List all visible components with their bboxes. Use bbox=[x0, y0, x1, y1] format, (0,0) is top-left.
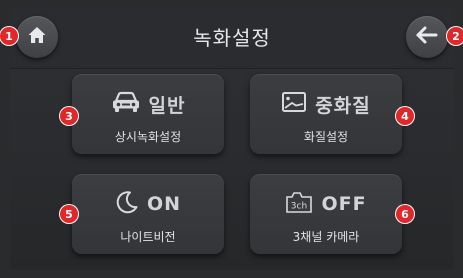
image-icon bbox=[281, 91, 307, 117]
badge-4: 4 bbox=[396, 107, 414, 125]
night-vision-row: ON bbox=[72, 190, 224, 218]
home-icon bbox=[27, 25, 47, 49]
image-quality-row: 중화질 bbox=[250, 91, 402, 117]
recording-settings-screen: 녹화설정 일반 상시녹화설정 중화질 화질설정 ON 나이트비전 3ch OFF… bbox=[10, 8, 454, 270]
badge-2: 2 bbox=[447, 27, 463, 45]
home-button[interactable] bbox=[16, 16, 58, 58]
image-quality-tile[interactable]: 중화질 화질설정 bbox=[250, 74, 402, 154]
night-vision-tile[interactable]: ON 나이트비전 bbox=[72, 174, 224, 254]
badge-6: 6 bbox=[396, 205, 414, 223]
3ch-camera-value: OFF bbox=[321, 193, 367, 215]
recording-mode-value: 일반 bbox=[148, 94, 186, 117]
image-quality-value: 중화질 bbox=[315, 94, 371, 117]
car-icon bbox=[111, 91, 141, 117]
3ch-camera-icon: 3ch bbox=[285, 190, 313, 218]
badge-3: 3 bbox=[60, 107, 78, 125]
3ch-icon-text: 3ch bbox=[291, 202, 307, 212]
night-vision-label: 나이트비전 bbox=[120, 230, 176, 244]
recording-mode-tile[interactable]: 일반 상시녹화설정 bbox=[72, 74, 224, 154]
badge-1: 1 bbox=[0, 27, 18, 45]
3ch-camera-label: 3채널 카메라 bbox=[292, 230, 360, 244]
header-bar: 녹화설정 bbox=[10, 8, 454, 69]
3ch-camera-row: 3ch OFF bbox=[250, 192, 402, 216]
badge-5: 5 bbox=[60, 205, 78, 223]
image-quality-label: 화질설정 bbox=[303, 130, 349, 144]
night-vision-value: ON bbox=[146, 193, 182, 215]
recording-mode-label: 상시녹화설정 bbox=[114, 130, 182, 144]
3ch-camera-tile[interactable]: 3ch OFF 3채널 카메라 bbox=[250, 174, 402, 254]
back-button[interactable] bbox=[406, 16, 448, 58]
recording-mode-row: 일반 bbox=[72, 91, 224, 117]
page-title: 녹화설정 bbox=[193, 26, 271, 50]
moon-icon bbox=[115, 190, 139, 218]
arrow-left-icon bbox=[415, 25, 439, 49]
